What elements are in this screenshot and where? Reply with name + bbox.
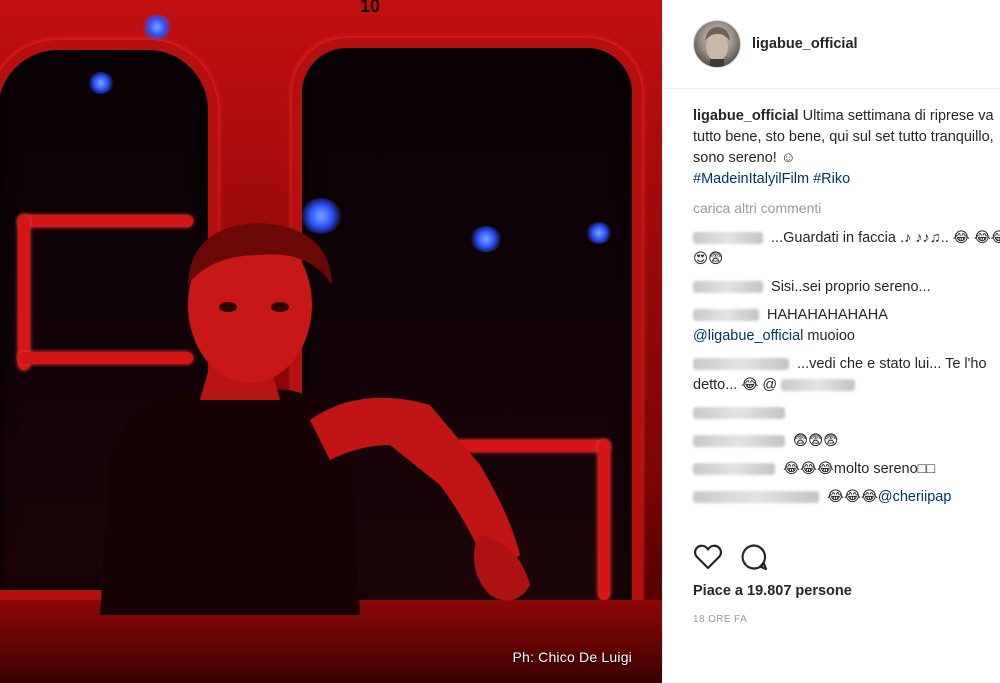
car-number: 10	[360, 0, 381, 16]
comment-item: 😂😂😂molto sereno□□	[693, 459, 1000, 480]
blurred-username[interactable]	[693, 358, 789, 371]
caption-username[interactable]: ligabue_official	[693, 108, 799, 124]
grab-rail	[18, 215, 30, 370]
comment-text: HAHAHAHAHAHA	[767, 307, 888, 323]
blue-light	[586, 222, 612, 244]
post-header: ligabue_official	[663, 0, 1000, 89]
comment-list: ...Guardati in faccia .♪ ♪♪♫.. 😂 😂😂😍😨 Si…	[693, 228, 1000, 515]
post-actions	[693, 542, 993, 576]
comment-item: 😨😨😨	[693, 431, 1000, 452]
avatar[interactable]	[693, 20, 741, 68]
blurred-username[interactable]	[693, 435, 785, 448]
comment-bubble-icon[interactable]	[739, 542, 769, 572]
grab-rail	[598, 440, 610, 600]
comment-item: ...vedi che e stato lui... Te l'ho detto…	[693, 354, 1000, 396]
load-more-comments-link[interactable]: carica altri commenti	[693, 200, 821, 216]
blurred-username[interactable]	[693, 491, 819, 504]
heart-icon[interactable]	[693, 542, 723, 572]
blurred-username[interactable]	[693, 281, 763, 294]
comment-text: 😂😂😂	[827, 489, 878, 505]
blurred-username[interactable]	[693, 309, 759, 322]
avatar-face-icon	[705, 27, 730, 67]
hashtag-link[interactable]: #Riko	[813, 171, 850, 187]
post-side-panel: ligabue_official ligabue_official Ultima…	[662, 0, 1000, 683]
comment-text: Sisi..sei proprio sereno...	[771, 279, 931, 295]
comment-text: muoioo	[803, 328, 855, 344]
comment-item: HAHAHAHAHAHA @ligabue_official muoioo	[693, 305, 1000, 347]
man-figure	[100, 223, 530, 615]
post-timestamp[interactable]: 18 ORE FA	[693, 614, 747, 625]
likes-count[interactable]: Piace a 19.807 persone	[693, 583, 852, 599]
mention-link[interactable]: @ligabue_official	[693, 328, 803, 344]
blue-light	[88, 72, 114, 94]
likes-prefix: Piace a	[693, 583, 743, 599]
blurred-username[interactable]	[693, 232, 763, 245]
hashtag-link[interactable]: #MadeinItalyilFilm	[693, 171, 809, 187]
comment-item: 😂😂😂@cheriipap	[693, 487, 1000, 508]
blurred-username[interactable]	[693, 463, 775, 476]
comment-text: 😂😂😂molto sereno□□	[783, 461, 936, 477]
blurred-mention[interactable]	[781, 379, 856, 392]
header-username[interactable]: ligabue_official	[752, 36, 858, 52]
comment-item: Sisi..sei proprio sereno...	[693, 277, 1000, 298]
post-photo[interactable]: 10 Ph: Chico De Luigi	[0, 0, 662, 683]
comment-item	[693, 403, 1000, 424]
mention-link[interactable]: @cheriipap	[878, 489, 952, 505]
likes-suffix: persone	[795, 583, 852, 599]
photo-credit: Ph: Chico De Luigi	[512, 649, 632, 665]
comment-text: 😨😨😨	[793, 433, 839, 449]
comment-item: ...Guardati in faccia .♪ ♪♪♫.. 😂 😂😂😍😨	[693, 228, 1000, 270]
blurred-username[interactable]	[693, 407, 785, 420]
post-caption: ligabue_official Ultima settimana di rip…	[693, 106, 1000, 190]
likes-number: 19.807	[747, 583, 792, 599]
blue-light	[142, 14, 172, 40]
